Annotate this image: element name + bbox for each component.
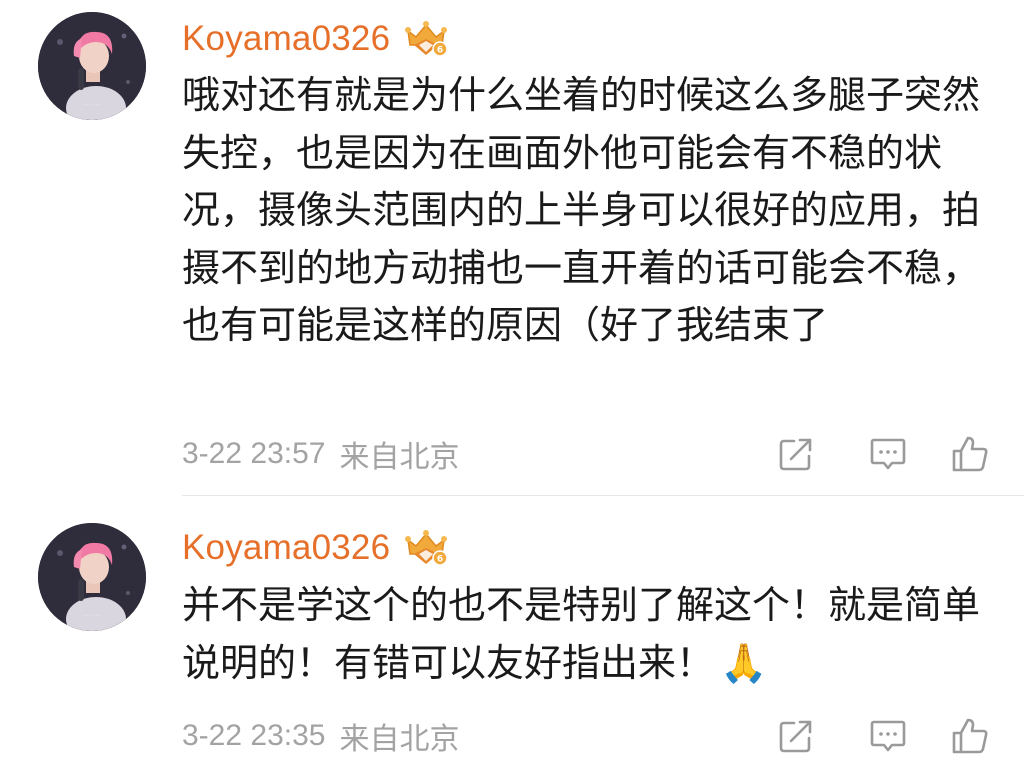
location: 来自北京 [339, 441, 460, 474]
comment-actions [776, 434, 990, 474]
share-icon[interactable] [776, 716, 816, 756]
svg-text:6: 6 [437, 555, 443, 565]
comment-meta: 3-22 23:57 来自北京 [182, 434, 990, 474]
thumbs-up-icon[interactable] [950, 434, 990, 474]
comment-text-body: 哦对还有就是为什么坐着的时候这么多腿子突然失控，也是因为在画面外他可能会有不稳的… [182, 73, 981, 347]
crown-badge-icon: 6 [405, 530, 449, 566]
comment-icon[interactable] [868, 434, 908, 474]
avatar[interactable]: · · · · · · [38, 523, 146, 631]
comment-item: · · · · · · Koyama0326 6 哦对还有就是为什么坐着的时候这… [0, 0, 1024, 496]
comment-meta: 3-22 23:35 来自北京 [182, 716, 990, 756]
username[interactable]: Koyama0326 [182, 528, 390, 568]
comment-text: 并不是学这个的也不是特别了解这个！就是简单说明的！有错可以友好指出来！ 🙏 [182, 577, 987, 692]
comment-item: · · · · · · Koyama0326 6 并不是学这个的也不是特别了解这… [0, 496, 1024, 771]
timestamp: 3-22 23:57 [182, 437, 326, 470]
timestamp: 3-22 23:35 [182, 719, 326, 752]
svg-text:· · · · · ·: · · · · · · [83, 102, 101, 108]
svg-text:6: 6 [437, 46, 443, 56]
username[interactable]: Koyama0326 [182, 19, 390, 59]
share-icon[interactable] [776, 434, 816, 474]
praying-hands-emoji: 🙏 [720, 640, 768, 685]
location: 来自北京 [339, 723, 460, 756]
crown-badge-icon: 6 [405, 21, 449, 57]
username-row: Koyama0326 6 [182, 526, 450, 570]
avatar[interactable]: · · · · · · [38, 12, 146, 120]
comment-actions [776, 716, 990, 756]
comment-text-body: 并不是学这个的也不是特别了解这个！就是简单说明的！有错可以友好指出来！ [182, 583, 981, 685]
comment-text: 哦对还有就是为什么坐着的时候这么多腿子突然失控，也是因为在画面外他可能会有不稳的… [182, 67, 987, 355]
thumbs-up-icon[interactable] [950, 716, 990, 756]
comment-icon[interactable] [868, 716, 908, 756]
username-row: Koyama0326 6 [182, 17, 450, 61]
svg-text:· · · · · ·: · · · · · · [83, 613, 101, 619]
